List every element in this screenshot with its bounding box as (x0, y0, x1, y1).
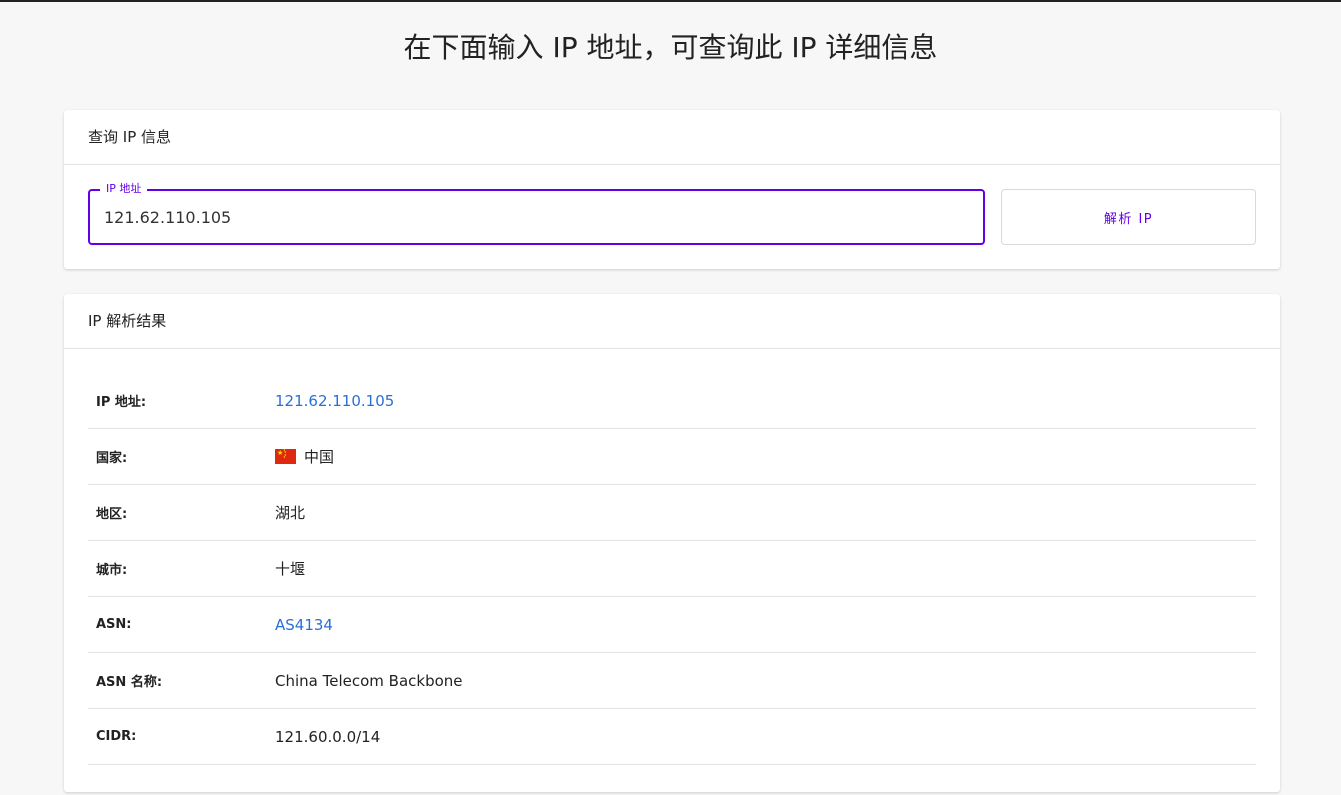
result-card-header: IP 解析结果 (64, 294, 1280, 349)
ip-address-input[interactable] (90, 191, 983, 243)
region-value: 湖北 (275, 504, 306, 522)
query-card-body: IP 地址 解析 IP (64, 165, 1280, 269)
result-row-country: 国家: ★ ★ ★ ★ ★ 中国 (88, 429, 1256, 485)
result-row-cidr: CIDR: 121.60.0.0/14 (88, 709, 1256, 765)
row-label: CIDR: (96, 729, 137, 744)
row-label: IP 地址: (96, 395, 147, 410)
city-value: 十堰 (275, 560, 306, 578)
query-card-header: 查询 IP 信息 (64, 110, 1280, 165)
country-value: ★ ★ ★ ★ ★ 中国 (275, 446, 334, 467)
ip-address-field[interactable]: IP 地址 (88, 182, 985, 245)
result-table: IP 地址: 121.62.110.105 国家: ★ ★ ★ ★ ★ 中国 地区: 湖… (64, 349, 1280, 765)
row-label: 国家: (96, 451, 128, 466)
result-row-asn-name: ASN 名称: China Telecom Backbone (88, 653, 1256, 709)
asn-name-value: China Telecom Backbone (275, 671, 463, 690)
parse-ip-button[interactable]: 解析 IP (1001, 189, 1256, 245)
result-row-asn: ASN: AS4134 (88, 597, 1256, 653)
row-label: 城市: (96, 563, 128, 578)
page-title: 在下面输入 IP 地址，可查询此 IP 详细信息 (403, 31, 938, 64)
ip-address-link[interactable]: 121.62.110.105 (275, 392, 394, 410)
row-label: 地区: (96, 507, 128, 522)
ip-result-card: IP 解析结果 IP 地址: 121.62.110.105 国家: ★ ★ ★ ★ ★ … (64, 294, 1280, 792)
query-ip-card: 查询 IP 信息 IP 地址 解析 IP (64, 110, 1280, 269)
result-row-city: 城市: 十堰 (88, 541, 1256, 597)
asn-link[interactable]: AS4134 (275, 616, 333, 634)
country-name: 中国 (304, 448, 335, 466)
cidr-value: 121.60.0.0/14 (275, 727, 381, 746)
result-row-region: 地区: 湖北 (88, 485, 1256, 541)
result-row-ip: IP 地址: 121.62.110.105 (88, 373, 1256, 429)
row-label: ASN 名称: (96, 675, 163, 690)
china-flag-icon: ★ ★ ★ ★ ★ (275, 449, 296, 464)
row-label: ASN: (96, 617, 132, 632)
